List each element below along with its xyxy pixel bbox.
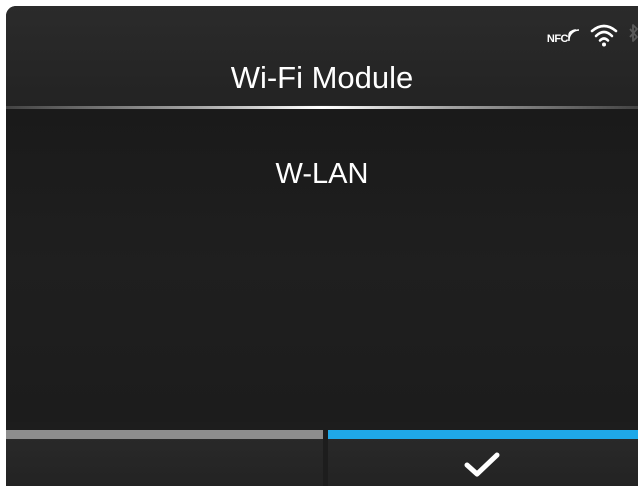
softkey-bar — [6, 430, 638, 486]
menu-list: W-LAN — [6, 109, 638, 422]
header: NFC Wi-Fi Module — [6, 6, 638, 106]
softkey-left-indicator — [6, 430, 323, 439]
menu-item-w-lan[interactable]: W-LAN — [6, 154, 638, 194]
nfc-label: NFC — [546, 32, 569, 45]
softkey-right-indicator — [328, 430, 638, 439]
check-icon — [464, 452, 500, 477]
nfc-wave-icon — [568, 28, 580, 41]
softkey-left-button[interactable] — [6, 430, 323, 486]
page-title: Wi-Fi Module — [230, 60, 414, 95]
bluetooth-icon — [629, 24, 638, 42]
wifi-icon — [590, 24, 618, 47]
nfc-icon: NFC — [547, 26, 580, 45]
status-icons: NFC — [547, 20, 638, 50]
printer-display: NFC Wi-Fi Module W-LAN — [6, 6, 638, 486]
confirm-button[interactable] — [328, 430, 638, 486]
